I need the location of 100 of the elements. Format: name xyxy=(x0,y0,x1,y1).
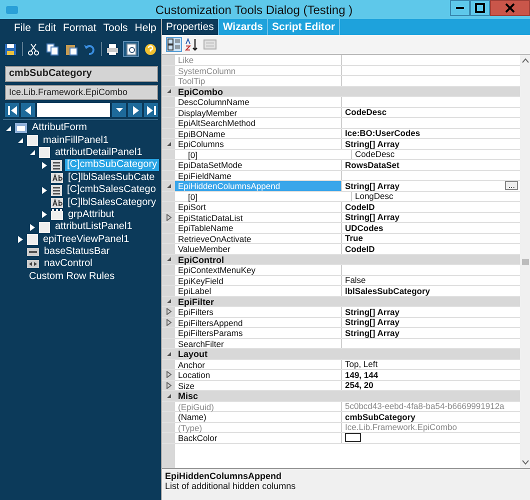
combo-icon xyxy=(51,184,62,196)
first-button[interactable] xyxy=(5,103,19,117)
ellipsis-button[interactable]: ... xyxy=(505,181,518,190)
collapsed-icon[interactable] xyxy=(41,186,48,194)
expand-icon[interactable] xyxy=(166,214,172,221)
tree-item[interactable]: [C]lblSalesCategory xyxy=(66,196,158,209)
property-value[interactable]: String[] Array xyxy=(345,328,400,338)
tree-item[interactable]: grpAttribut xyxy=(66,208,116,221)
property-value[interactable]: String[] Array xyxy=(345,212,400,222)
tab[interactable]: Properties xyxy=(162,19,219,35)
property-value[interactable]: True xyxy=(345,233,363,244)
expanded-icon[interactable] xyxy=(5,124,12,132)
menu-item[interactable]: Tools xyxy=(103,22,128,38)
tree-item[interactable]: [C]cmbSalesCatego xyxy=(65,184,158,196)
next-button[interactable] xyxy=(128,103,142,117)
collapse-icon[interactable] xyxy=(166,182,172,189)
property-value[interactable]: 149, 144 xyxy=(345,370,378,380)
first-icon xyxy=(8,106,16,114)
property-value[interactable]: String[] Array xyxy=(345,317,400,328)
collapse-icon[interactable] xyxy=(166,88,172,94)
collapse-icon[interactable] xyxy=(166,350,172,357)
print-button[interactable] xyxy=(104,41,120,57)
collapse-icon[interactable] xyxy=(166,392,172,399)
minimize-button[interactable] xyxy=(450,0,470,16)
vertical-scrollbar[interactable] xyxy=(520,55,530,468)
menu-item[interactable]: Format xyxy=(63,22,96,38)
category-header[interactable]: EpiControl xyxy=(175,254,224,264)
help-button[interactable] xyxy=(142,41,158,57)
categorized-button[interactable] xyxy=(166,37,182,52)
tree-item[interactable]: navControl xyxy=(42,258,94,270)
app-icon xyxy=(6,6,18,14)
property-value[interactable]: False xyxy=(345,275,366,286)
property-value[interactable]: CodeID xyxy=(345,202,375,212)
property-value[interactable]: Ice:BO:UserCodes xyxy=(345,128,420,138)
control-name-field: cmbSubCategory xyxy=(5,66,158,82)
tree-item[interactable]: AttributForm xyxy=(30,122,90,134)
tree-item[interactable]: mainFillPanel1 xyxy=(41,134,111,147)
description-text: List of additional hidden columns xyxy=(165,481,297,491)
expanded-icon[interactable] xyxy=(17,137,24,144)
scroll-up-icon[interactable] xyxy=(522,58,528,63)
menu-item[interactable]: File xyxy=(14,22,31,38)
previous-button[interactable] xyxy=(21,103,35,117)
tree-item[interactable]: Custom Row Rules xyxy=(27,270,117,283)
group-icon xyxy=(51,209,63,220)
property-value[interactable]: Ice.Lib.Framework.EpiCombo xyxy=(345,422,457,432)
panel-icon xyxy=(39,147,50,158)
collapsed-icon[interactable] xyxy=(17,236,24,244)
cut-button[interactable] xyxy=(26,41,42,57)
tree-item[interactable]: attributListPanel1 xyxy=(53,221,134,234)
last-icon xyxy=(146,106,156,114)
expand-icon[interactable] xyxy=(166,308,172,316)
collapsed-icon[interactable] xyxy=(41,162,48,169)
expanded-icon[interactable] xyxy=(29,149,36,156)
property-value[interactable]: RowsDataSet xyxy=(345,160,400,170)
menu-item[interactable]: Edit xyxy=(38,22,56,38)
tree-item[interactable]: baseStatusBar xyxy=(42,246,112,258)
category-header[interactable]: EpiCombo xyxy=(175,86,223,96)
category-header[interactable]: EpiFilter xyxy=(175,296,214,306)
property-value[interactable]: CodeID xyxy=(345,244,375,254)
property-value[interactable]: 254, 20 xyxy=(345,380,374,390)
property-value[interactable]: lblSalesSubCategory xyxy=(345,286,430,296)
category-header[interactable]: Layout xyxy=(175,349,208,358)
scroll-down-icon[interactable] xyxy=(522,460,528,465)
preview-button[interactable] xyxy=(123,41,140,57)
scroll-thumb[interactable] xyxy=(522,258,528,264)
tree-item[interactable]: attributDetailPanel1 xyxy=(53,146,144,159)
copy-button[interactable] xyxy=(44,41,60,57)
close-button[interactable] xyxy=(490,0,530,16)
collapsed-icon[interactable] xyxy=(41,211,48,218)
maximize-icon xyxy=(475,3,485,13)
property-value[interactable]: String[] Array xyxy=(345,138,400,149)
collapse-icon[interactable] xyxy=(166,256,172,262)
maximize-button[interactable] xyxy=(470,0,490,16)
property-value[interactable]: String[] Array xyxy=(345,180,400,191)
combo-icon xyxy=(51,160,62,171)
property-value[interactable]: Top, Left xyxy=(345,359,378,370)
sort-alphabetical-button[interactable] xyxy=(184,37,200,52)
tree-item[interactable]: [C]lblSalesSubCate xyxy=(66,172,157,184)
property-value[interactable]: CodeDesc xyxy=(355,149,395,160)
collapsed-icon[interactable] xyxy=(29,224,36,231)
property-value[interactable]: UDCodes xyxy=(345,222,384,233)
property-value[interactable]: CodeDesc xyxy=(345,107,387,118)
collapse-icon[interactable] xyxy=(166,298,172,304)
save-button[interactable] xyxy=(3,41,19,57)
caret-icon xyxy=(116,108,122,112)
dropdown-button[interactable] xyxy=(112,103,126,117)
property-value[interactable]: cmbSubCategory xyxy=(345,412,416,422)
next-icon xyxy=(130,106,140,114)
menu-item[interactable]: Help xyxy=(134,22,156,38)
property-value[interactable]: LongDesc xyxy=(355,191,394,202)
tree-item[interactable]: epiTreeViewPanel1 xyxy=(41,234,132,246)
previous-icon xyxy=(24,106,32,114)
category-header[interactable]: Misc xyxy=(175,391,198,400)
expand-icon[interactable] xyxy=(166,318,172,326)
expand-icon[interactable] xyxy=(166,382,172,389)
record-field[interactable] xyxy=(37,103,110,117)
last-button[interactable] xyxy=(144,103,158,117)
expand-icon[interactable] xyxy=(166,371,172,378)
collapse-icon[interactable] xyxy=(166,140,172,147)
property-value[interactable]: String[] Array xyxy=(345,306,400,317)
